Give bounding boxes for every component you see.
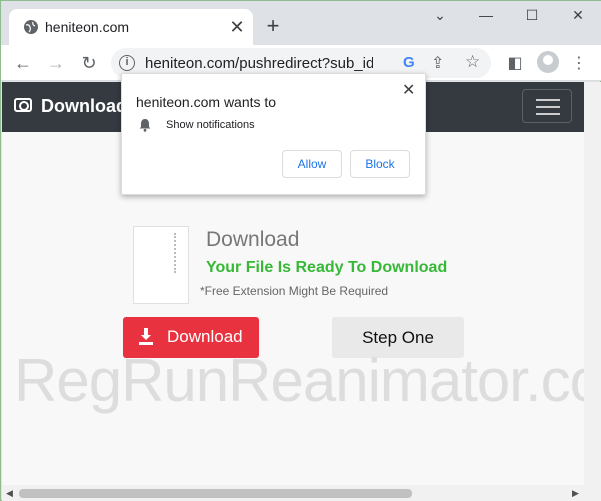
share-icon[interactable]: ⇪: [431, 53, 444, 73]
hamburger-line: [536, 106, 560, 108]
zip-file-icon: [133, 226, 189, 304]
extension-note: *Free Extension Might Be Required: [200, 284, 389, 298]
popup-close-icon[interactable]: ✕: [402, 80, 415, 100]
allow-button[interactable]: Allow: [282, 150, 342, 178]
download-arrow-icon: [139, 328, 153, 345]
close-tab-icon[interactable]: ✕: [227, 17, 247, 37]
bell-icon: [139, 119, 151, 132]
notification-permission-popup: ✕ heniteon.com wants to Show notificatio…: [121, 73, 426, 195]
site-brand[interactable]: Download: [41, 96, 127, 117]
tab-strip: heniteon.com ✕ + ⌄ — ☐ ✕: [1, 1, 601, 45]
bookmark-star-icon[interactable]: ☆: [465, 52, 480, 72]
browser-window: heniteon.com ✕ + ⌄ — ☐ ✕ ← → ↻ i heniteo…: [0, 0, 601, 501]
scroll-right-icon[interactable]: ▶: [572, 488, 579, 499]
globe-icon: [24, 20, 38, 34]
browser-tab[interactable]: heniteon.com ✕: [9, 9, 253, 45]
horizontal-scrollbar[interactable]: ◀ ▶: [2, 485, 601, 501]
back-arrow-icon[interactable]: ←: [11, 51, 35, 75]
chevron-down-icon[interactable]: ⌄: [429, 7, 451, 27]
reload-icon[interactable]: ↻: [77, 51, 101, 75]
camera-icon: [14, 98, 32, 112]
block-button[interactable]: Block: [350, 150, 410, 178]
url-text[interactable]: heniteon.com/pushredirect?sub_id: [145, 55, 373, 72]
new-tab-icon[interactable]: +: [261, 15, 285, 39]
maximize-icon[interactable]: ☐: [521, 7, 543, 27]
hamburger-menu-button[interactable]: [522, 89, 572, 123]
download-button-label: Download: [167, 327, 243, 346]
zipper-icon: [174, 233, 180, 273]
permission-text: Show notifications: [166, 119, 255, 131]
window-close-icon[interactable]: ✕: [567, 7, 589, 27]
google-lens-icon[interactable]: G: [403, 54, 415, 71]
vertical-scrollbar[interactable]: [584, 82, 601, 486]
hamburger-line: [536, 113, 560, 115]
popup-title: heniteon.com wants to: [136, 94, 277, 110]
side-panel-icon[interactable]: ◧: [505, 53, 525, 73]
scroll-thumb[interactable]: [19, 489, 412, 498]
watermark: RegRunReanimator.com: [14, 347, 584, 414]
tab-title: heniteon.com: [45, 19, 130, 35]
download-heading: Download: [206, 228, 300, 251]
site-info-icon[interactable]: i: [119, 55, 135, 71]
forward-arrow-icon[interactable]: →: [44, 51, 68, 75]
ready-message: Your File Is Ready To Download: [206, 259, 448, 276]
hamburger-line: [536, 99, 560, 101]
profile-avatar-icon[interactable]: [537, 51, 559, 73]
kebab-menu-icon[interactable]: ⋮: [569, 53, 589, 73]
scroll-left-icon[interactable]: ◀: [6, 488, 13, 499]
minimize-icon[interactable]: —: [475, 7, 497, 27]
